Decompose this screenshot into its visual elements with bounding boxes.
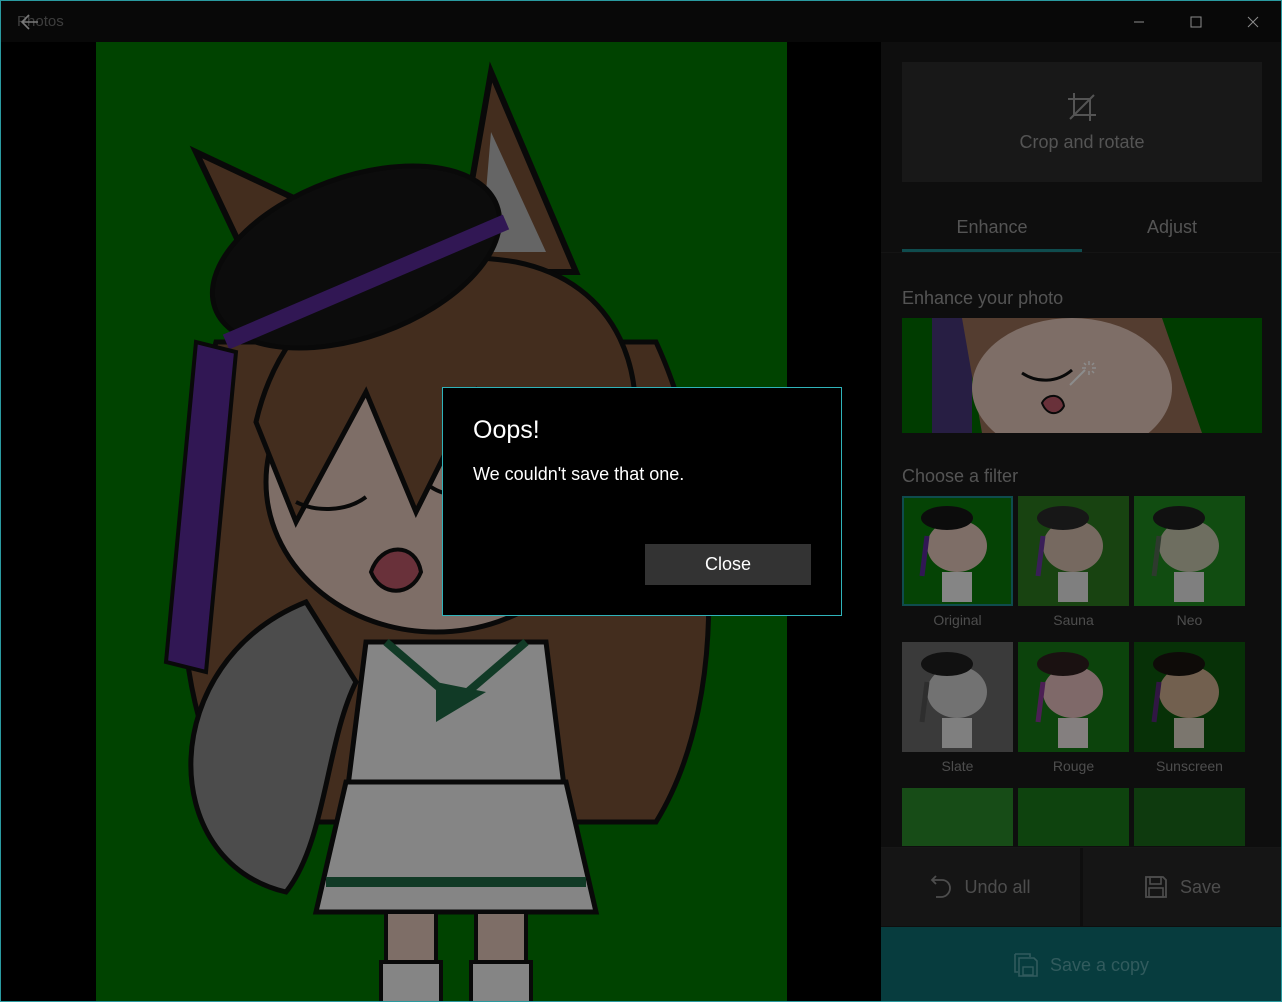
close-window-button[interactable]: [1224, 1, 1281, 42]
filter-thumbnail: [1018, 496, 1129, 606]
enhance-photo-button[interactable]: [902, 318, 1262, 433]
crop-icon: [1068, 92, 1096, 121]
minimize-button[interactable]: [1110, 1, 1167, 42]
filter-rouge[interactable]: Rouge: [1018, 642, 1129, 774]
filter-thumb-partial-2[interactable]: [1018, 788, 1129, 846]
filter-original[interactable]: Original: [902, 496, 1013, 628]
edit-tabs: Enhance Adjust: [902, 202, 1262, 252]
save-label: Save: [1179, 876, 1222, 897]
back-arrow-icon: [21, 14, 38, 30]
filter-name: Sunscreen: [1156, 758, 1223, 774]
tab-enhance[interactable]: Enhance: [902, 202, 1082, 252]
filter-thumbnail: [1018, 788, 1129, 846]
maximize-button[interactable]: [1167, 1, 1224, 42]
dialog-close-button[interactable]: Close: [645, 544, 811, 585]
filter-thumbnail: [1134, 642, 1245, 752]
filter-grid: Original Sauna Neo Slate Rouge Sunscreen: [902, 496, 1262, 846]
save-button[interactable]: Save: [1083, 848, 1281, 926]
filter-name: Sauna: [1053, 612, 1094, 628]
magic-wand-icon: [1069, 361, 1096, 386]
filter-name: Slate: [941, 758, 974, 774]
edit-panel: Crop and rotate Enhance Adjust Enhance y…: [881, 42, 1281, 1001]
crop-rotate-label: Crop and rotate: [1019, 131, 1145, 152]
filter-name: Rouge: [1052, 758, 1095, 774]
filter-neo[interactable]: Neo: [1134, 496, 1245, 628]
undo-icon: [931, 875, 952, 898]
filter-thumbnail: [1018, 642, 1129, 752]
filter-sauna[interactable]: Sauna: [1018, 496, 1129, 628]
tab-divider: [881, 252, 1281, 253]
filter-thumbnail: [1134, 788, 1245, 846]
undo-all-label: Undo all: [964, 876, 1031, 897]
filter-thumbnail: [1134, 496, 1245, 606]
filter-name: Neo: [1176, 612, 1203, 628]
photos-window: Photos Crop and rotate Enhance Adjust En…: [0, 0, 1282, 1002]
dialog-title: Oops!: [473, 416, 540, 444]
filter-slate[interactable]: Slate: [902, 642, 1013, 774]
filter-thumb-partial-1[interactable]: [902, 788, 1013, 846]
filter-thumbnail: [902, 496, 1013, 606]
filter-thumbnail: [902, 788, 1013, 846]
maximize-icon: [1190, 16, 1201, 27]
enhance-label: Enhance your photo: [902, 288, 1064, 308]
undo-all-button[interactable]: Undo all: [881, 848, 1080, 926]
floppy-disk-icon: [1145, 876, 1167, 898]
error-dialog: Oops! We couldn't save that one. Close: [442, 387, 842, 616]
title-bar: Photos: [1, 1, 1281, 42]
filter-label: Choose a filter: [902, 466, 1019, 486]
filter-name: Original: [933, 612, 982, 628]
back-button[interactable]: [15, 9, 45, 35]
filter-thumb-partial-3[interactable]: [1134, 788, 1245, 846]
filter-thumbnail: [902, 642, 1013, 752]
save-copy-label: Save a copy: [1049, 954, 1150, 975]
save-copy-button[interactable]: Save a copy: [881, 927, 1281, 1001]
crop-rotate-button[interactable]: Crop and rotate: [902, 62, 1262, 182]
action-row: Undo all Save: [881, 847, 1281, 926]
close-icon: [1247, 16, 1258, 27]
minimize-icon: [1133, 21, 1144, 22]
filter-sunscreen[interactable]: Sunscreen: [1134, 642, 1245, 774]
save-copy-icon: [1014, 953, 1038, 977]
tab-adjust[interactable]: Adjust: [1082, 202, 1262, 252]
dialog-message: We couldn't save that one.: [473, 464, 685, 484]
